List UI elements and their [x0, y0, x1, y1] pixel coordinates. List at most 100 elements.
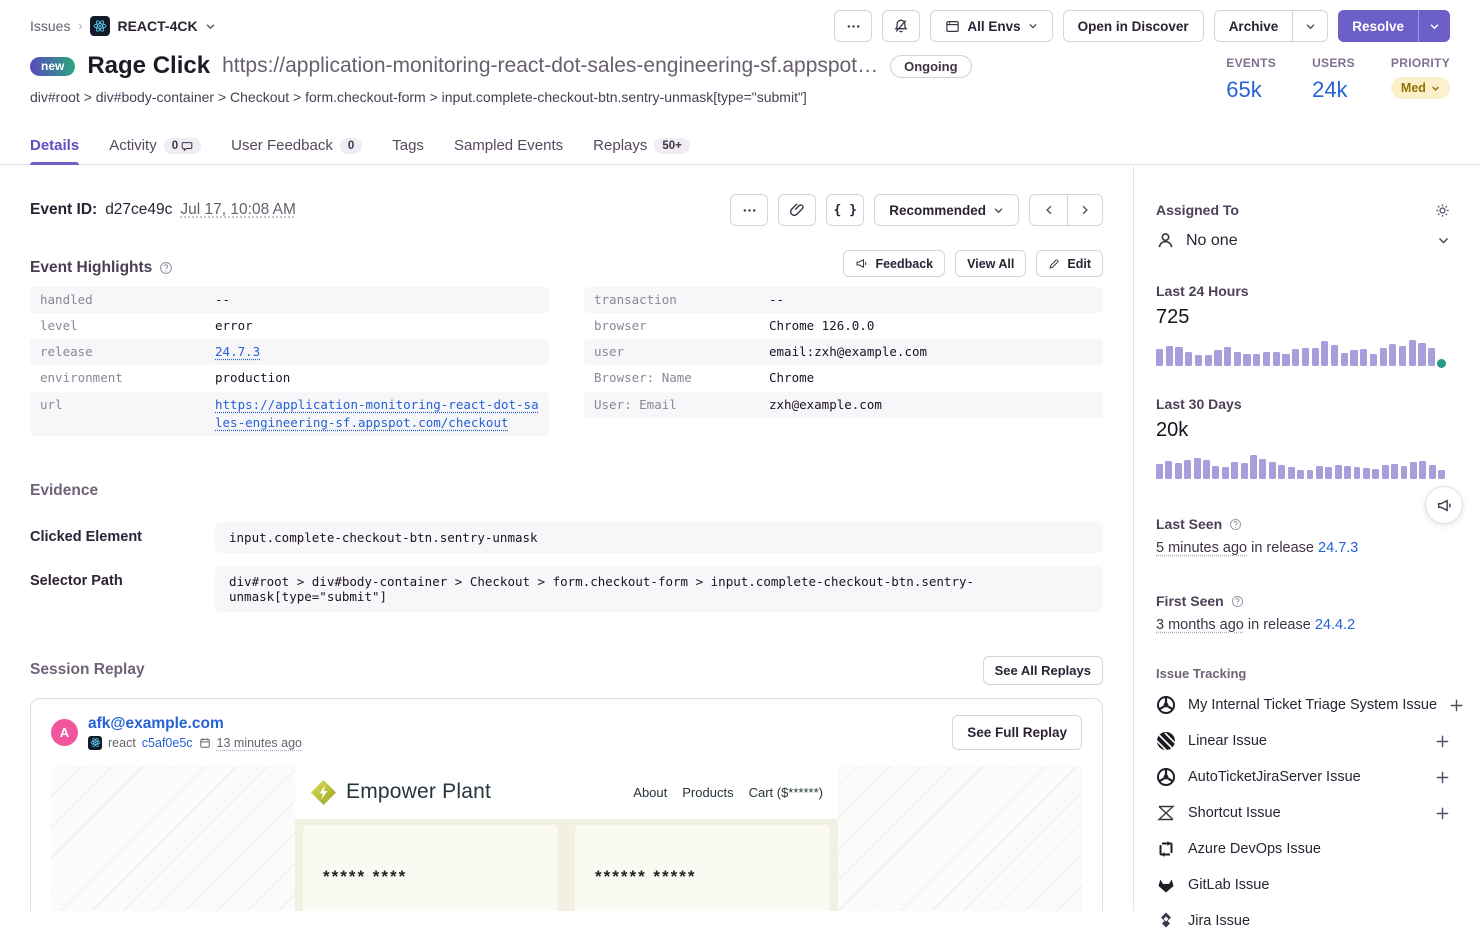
- highlight-value-link[interactable]: https://application-monitoring-react-dot…: [215, 396, 539, 432]
- highlight-value: --: [769, 291, 784, 309]
- add-issue-button[interactable]: [1449, 698, 1464, 713]
- highlight-row: environmentproduction: [30, 365, 549, 391]
- attachments-button[interactable]: [778, 194, 816, 226]
- bar: [1185, 352, 1192, 366]
- event-pagination: [1029, 194, 1103, 226]
- highlight-value-link[interactable]: 24.7.3: [215, 343, 260, 361]
- tab-badge: 50+: [654, 138, 690, 154]
- issue-tracking-item[interactable]: My Internal Ticket Triage System Issue: [1156, 687, 1450, 723]
- add-issue-button[interactable]: [1435, 806, 1450, 821]
- help-icon: [1231, 595, 1244, 608]
- tab-user-feedback[interactable]: User Feedback0: [231, 129, 362, 164]
- ellipsis-icon: [846, 19, 861, 34]
- bar: [1156, 464, 1163, 479]
- chevron-down-icon: [1305, 21, 1316, 32]
- braces-icon: { }: [833, 203, 856, 218]
- preview-nav-item: Cart ($******): [749, 785, 823, 800]
- bar: [1410, 462, 1417, 479]
- mute-notifications-button[interactable]: [882, 10, 920, 42]
- highlight-value: Chrome: [769, 369, 814, 387]
- more-actions-button[interactable]: [834, 10, 872, 42]
- chevron-down-icon: [993, 205, 1004, 216]
- bar: [1241, 463, 1248, 479]
- replay-user-email-link[interactable]: afk@example.com: [88, 715, 302, 733]
- replay-meta: react c5af0e5c 13 minutes ago: [88, 736, 302, 750]
- highlight-row: levelerror: [30, 313, 549, 339]
- last-24h-count: 725: [1156, 306, 1450, 329]
- bar: [1222, 467, 1229, 479]
- resolve-button[interactable]: Resolve: [1338, 10, 1418, 42]
- json-button[interactable]: { }: [826, 194, 864, 226]
- highlight-value: email:zxh@example.com: [769, 343, 927, 361]
- environment-selector[interactable]: All Envs: [930, 10, 1052, 42]
- tab-badge: 0: [164, 138, 201, 154]
- help-icon: [1229, 518, 1242, 531]
- priority-selector[interactable]: Med: [1391, 77, 1450, 99]
- last-30d-count: 20k: [1156, 419, 1450, 442]
- issue-tracking-item[interactable]: GitLab Issue: [1156, 867, 1450, 903]
- floating-feedback-button[interactable]: [1425, 486, 1463, 524]
- open-in-discover-button[interactable]: Open in Discover: [1063, 10, 1204, 42]
- first-seen-release-link[interactable]: 24.4.2: [1315, 617, 1355, 633]
- issue-tracking-item[interactable]: AutoTicketJiraServer Issue: [1156, 759, 1450, 795]
- tab-details[interactable]: Details: [30, 129, 79, 164]
- archive-button[interactable]: Archive: [1214, 10, 1293, 42]
- add-issue-button[interactable]: [1435, 770, 1450, 785]
- preview-nav-item: About: [633, 785, 667, 800]
- view-all-button[interactable]: View All: [955, 250, 1026, 277]
- issue-tracking-item[interactable]: Azure DevOps Issue: [1156, 831, 1450, 867]
- person-icon: [1156, 231, 1175, 250]
- bar: [1292, 349, 1299, 366]
- assignee-selector[interactable]: No one: [1156, 231, 1450, 250]
- tab-tags[interactable]: Tags: [392, 129, 424, 164]
- gear-icon[interactable]: [1435, 203, 1450, 218]
- issue-tracking-item[interactable]: Linear Issue: [1156, 723, 1450, 759]
- top-bar: Issues › REACT-4CK All Envs: [0, 0, 1480, 52]
- next-event-button[interactable]: [1067, 194, 1103, 226]
- add-issue-button[interactable]: [1435, 734, 1450, 749]
- tab-activity[interactable]: Activity0: [109, 129, 201, 164]
- see-full-replay-button[interactable]: See Full Replay: [952, 715, 1082, 750]
- replay-id-link[interactable]: c5af0e5c: [142, 736, 193, 750]
- highlight-value: --: [215, 291, 230, 309]
- bar: [1243, 354, 1250, 366]
- events-count-link[interactable]: 65k: [1226, 77, 1276, 103]
- users-count-link[interactable]: 24k: [1312, 77, 1355, 103]
- last-seen-release-link[interactable]: 24.7.3: [1318, 540, 1358, 556]
- bar: [1419, 461, 1426, 479]
- previous-event-button[interactable]: [1029, 194, 1067, 226]
- chevron-down-icon: [1431, 84, 1440, 93]
- tab-replays[interactable]: Replays50+: [593, 129, 690, 164]
- avatar: A: [51, 719, 78, 746]
- see-all-replays-button[interactable]: See All Replays: [983, 656, 1103, 685]
- tab-sampled-events[interactable]: Sampled Events: [454, 129, 563, 164]
- event-more-button[interactable]: [730, 194, 768, 226]
- status-badge: Ongoing: [890, 55, 971, 78]
- breadcrumb-issues[interactable]: Issues: [30, 18, 70, 34]
- bar: [1391, 464, 1398, 479]
- feedback-button[interactable]: Feedback: [843, 250, 945, 277]
- bar: [1184, 460, 1191, 479]
- last-24h-title: Last 24 Hours: [1156, 283, 1450, 299]
- bar: [1263, 352, 1270, 366]
- issue-tracking-item[interactable]: Shortcut Issue: [1156, 795, 1450, 831]
- archive-dropdown-button[interactable]: [1292, 10, 1328, 42]
- event-highlights-header: Event Highlights Feedback View All Edit: [30, 250, 1103, 277]
- bar: [1231, 462, 1238, 479]
- bar: [1273, 352, 1280, 366]
- edit-highlights-button[interactable]: Edit: [1036, 250, 1103, 277]
- window-icon: [945, 19, 960, 34]
- resolve-dropdown-button[interactable]: [1418, 10, 1450, 42]
- last-seen-line: 5 minutes ago in release 24.7.3: [1156, 540, 1450, 556]
- event-highlights-tables: handled--levelerrorrelease24.7.3environm…: [30, 287, 1103, 436]
- bell-slash-icon: [893, 18, 909, 34]
- session-replay-section: Session Replay See All Replays A afk@exa…: [30, 656, 1103, 911]
- bar: [1382, 465, 1389, 479]
- highlight-row: transaction--: [584, 287, 1103, 313]
- replay-preview[interactable]: Empower Plant AboutProductsCart ($******…: [51, 766, 1082, 911]
- breadcrumb-project[interactable]: REACT-4CK: [90, 16, 215, 36]
- bar: [1312, 348, 1319, 366]
- event-sort-dropdown[interactable]: Recommended: [874, 194, 1019, 226]
- evidence-value: input.complete-checkout-btn.sentry-unmas…: [215, 522, 1103, 553]
- issue-tracking-item[interactable]: Jira Issue: [1156, 903, 1450, 939]
